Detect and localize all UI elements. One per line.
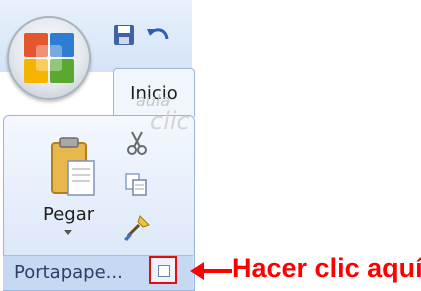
office-logo-icon [24, 33, 74, 83]
paste-button-label[interactable]: Pegar [43, 204, 94, 225]
watermark-clic: clic [150, 107, 190, 135]
cut-scissors-icon[interactable] [126, 130, 148, 156]
click-here-callout: Hacer clic aquí [232, 253, 421, 283]
clipboard-group-label: Portapape... [14, 262, 123, 283]
dialog-launcher-button[interactable] [149, 256, 177, 284]
dialog-launcher-icon [158, 265, 170, 277]
paste-clipboard-icon[interactable] [46, 137, 98, 199]
undo-icon[interactable] [146, 26, 170, 46]
format-painter-icon[interactable] [122, 213, 152, 243]
copy-icon[interactable] [124, 172, 148, 196]
red-arrow-icon [190, 262, 232, 280]
save-icon[interactable] [113, 24, 135, 46]
office-button[interactable] [7, 16, 91, 100]
paste-dropdown-arrow-icon[interactable] [64, 230, 72, 235]
